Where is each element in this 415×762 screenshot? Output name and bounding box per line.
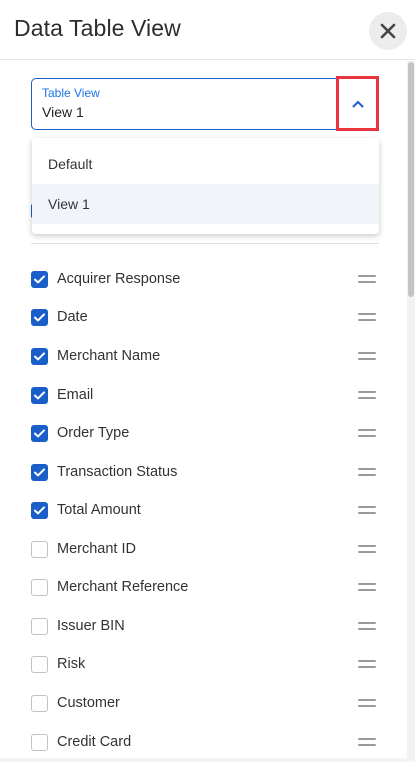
column-checkbox[interactable] [31, 655, 48, 673]
close-button[interactable] [369, 12, 407, 50]
column-row: Acquirer Response [0, 260, 415, 298]
drag-handle-icon[interactable] [358, 660, 376, 668]
column-row: Transaction Status [0, 453, 415, 491]
checkmark-icon [34, 312, 45, 321]
dropdown-option-view-1[interactable]: View 1 [32, 184, 379, 224]
column-checkbox[interactable] [31, 386, 48, 404]
column-label: Date [57, 309, 88, 325]
column-row: Customer [0, 684, 415, 722]
drag-handle-icon[interactable] [358, 738, 376, 746]
table-view-select[interactable]: Table View View 1 [31, 78, 379, 130]
column-label: Merchant Reference [57, 579, 189, 595]
column-checkbox[interactable] [31, 308, 48, 326]
column-checkbox[interactable] [31, 347, 48, 365]
column-label: Merchant Name [57, 348, 161, 364]
panel-header: Data Table View [0, 0, 415, 60]
column-row: Credit Card [0, 723, 415, 761]
column-checkbox[interactable] [31, 424, 48, 442]
close-icon [380, 23, 396, 39]
checkmark-icon [34, 505, 45, 514]
column-label: Acquirer Response [57, 271, 181, 287]
table-view-toggle-button[interactable] [336, 76, 379, 131]
column-checkbox[interactable] [31, 694, 48, 712]
column-label: Transaction Status [57, 464, 178, 480]
column-label: Total Amount [57, 502, 141, 518]
column-row: Issuer BIN [0, 607, 415, 645]
panel-bottom-edge [0, 758, 415, 762]
column-label: Email [57, 387, 94, 403]
drag-handle-icon[interactable] [358, 583, 376, 591]
drag-handle-icon[interactable] [358, 468, 376, 476]
checkmark-icon [34, 390, 45, 399]
column-row: Merchant ID [0, 530, 415, 568]
drag-handle-icon[interactable] [358, 275, 376, 283]
table-view-value: View 1 [42, 104, 84, 120]
column-checkbox[interactable] [31, 578, 48, 596]
panel-title: Data Table View [14, 15, 181, 41]
divider [31, 243, 379, 244]
drag-handle-icon[interactable] [358, 429, 376, 437]
drag-handle-icon[interactable] [358, 699, 376, 707]
column-row: Risk [0, 645, 415, 683]
drag-handle-icon[interactable] [358, 545, 376, 553]
table-view-label: Table View [42, 86, 100, 100]
column-checkbox[interactable] [31, 463, 48, 481]
column-label: Risk [57, 656, 86, 672]
drag-handle-icon[interactable] [358, 352, 376, 360]
column-label: Order Type [57, 425, 130, 441]
column-label: Customer [57, 695, 120, 711]
column-checkbox[interactable] [31, 501, 48, 519]
column-checkbox[interactable] [31, 617, 48, 635]
dropdown-option-default[interactable]: Default [32, 144, 379, 184]
drag-handle-icon[interactable] [358, 622, 376, 630]
column-row: Email [0, 376, 415, 414]
data-table-view-panel: Data Table View Table View View 1 Defaul… [0, 0, 415, 762]
column-row: Merchant Reference [0, 568, 415, 606]
checkmark-icon [34, 351, 45, 360]
column-row: Order Type [0, 414, 415, 452]
checkmark-icon [34, 467, 45, 476]
table-view-dropdown: Default View 1 [32, 138, 379, 234]
checkmark-icon [34, 274, 45, 283]
drag-handle-icon[interactable] [358, 313, 376, 321]
column-checkbox[interactable] [31, 270, 48, 288]
column-label: Issuer BIN [57, 618, 125, 634]
column-label: Merchant ID [57, 541, 136, 557]
column-checkbox[interactable] [31, 540, 48, 558]
column-row: Merchant Name [0, 337, 415, 375]
drag-handle-icon[interactable] [358, 391, 376, 399]
column-row: Date [0, 298, 415, 336]
checkmark-icon [34, 428, 45, 437]
column-label: Credit Card [57, 734, 132, 750]
column-checkbox[interactable] [31, 733, 48, 751]
column-row: Total Amount [0, 491, 415, 529]
chevron-up-icon [352, 100, 363, 107]
drag-handle-icon[interactable] [358, 506, 376, 514]
